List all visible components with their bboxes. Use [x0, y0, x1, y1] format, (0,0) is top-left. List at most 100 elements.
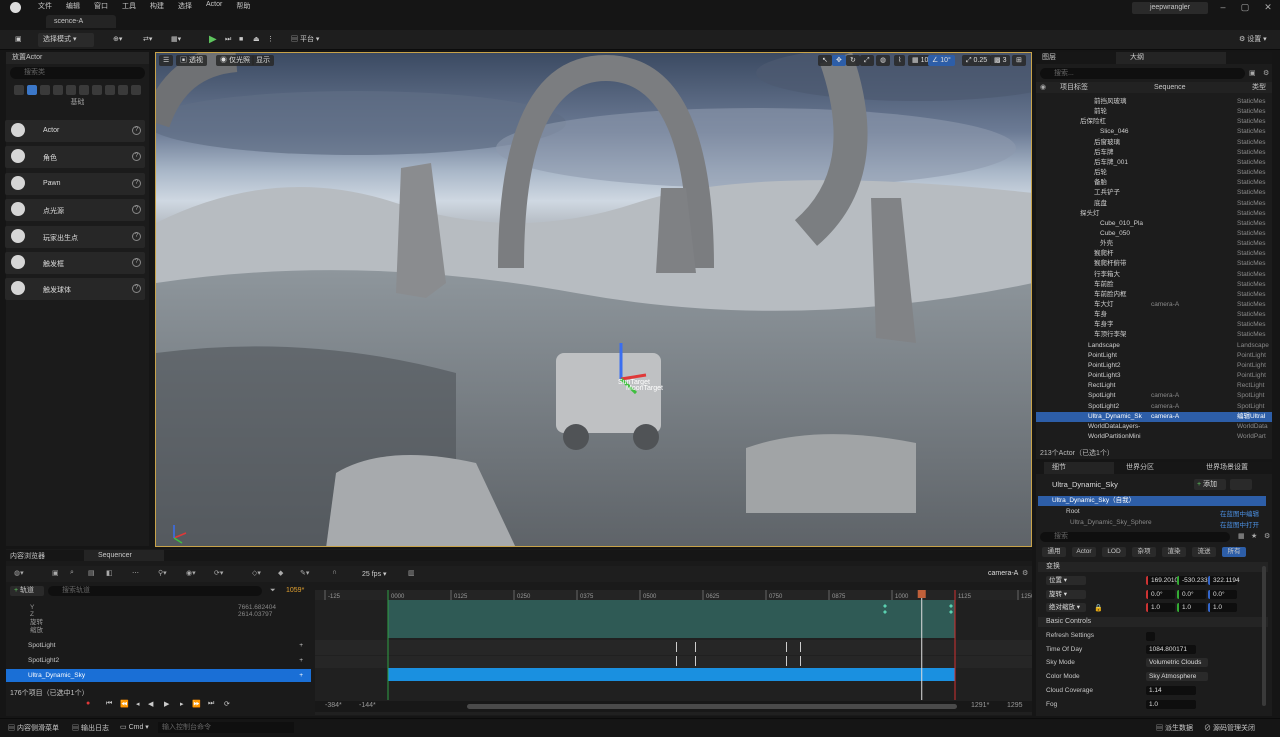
outliner-row[interactable]: 后车牌 StaticMes [1036, 148, 1272, 158]
filter-1[interactable]: Actor [1072, 547, 1096, 557]
col-type-header[interactable]: 类型 [1252, 82, 1266, 93]
menu-build[interactable]: 构建 [150, 1, 164, 11]
transform-field[interactable]: 0.0° [1177, 590, 1206, 599]
filter-4[interactable]: 渲染 [1162, 547, 1186, 557]
move-tool-icon[interactable]: ✥ [832, 55, 846, 66]
close-icon[interactable]: ✕ [1258, 2, 1278, 13]
transform-field[interactable]: 0.0° [1208, 590, 1237, 599]
output-log-button[interactable]: ▤ 输出日志 [72, 723, 109, 733]
place-item-2[interactable]: Pawn? [5, 172, 145, 195]
filter-2[interactable]: LOD [1102, 547, 1126, 557]
add-content-icon[interactable]: ⊕▾ [108, 33, 127, 47]
basic-controls-section-header[interactable]: Basic Controls [1038, 617, 1268, 627]
settings-button[interactable]: ⚙ 设置 ▾ [1234, 33, 1272, 47]
location-label-button[interactable]: 位置 ▾ [1046, 576, 1086, 586]
user-badge[interactable]: jeepwrangler [1132, 2, 1208, 14]
world-partition-tab[interactable]: 世界分区 [1126, 462, 1154, 474]
keyframe-marker[interactable] [695, 642, 696, 652]
outliner-row[interactable]: 备胎 StaticMes [1036, 178, 1272, 188]
fps-dropdown[interactable]: 25 fps ▾ [362, 570, 387, 578]
outliner-row[interactable]: WorldDataLayers- WorldData [1036, 422, 1272, 432]
help-icon[interactable]: ? [132, 178, 141, 188]
details-scrollbar[interactable] [1262, 566, 1266, 706]
recent-icon[interactable] [14, 85, 24, 95]
sequencer-track-row[interactable]: 缩放 [6, 627, 311, 635]
component-self-row[interactable]: Ultra_Dynamic_Sky（自我） [1038, 496, 1266, 506]
col-sequence-header[interactable]: Sequence [1154, 82, 1186, 93]
menu-help[interactable]: 帮助 [236, 1, 250, 11]
add-key-icon[interactable]: + [299, 654, 303, 667]
outliner-row[interactable]: 前挡风玻璃 StaticMes [1036, 97, 1272, 107]
sequencer-track-row[interactable]: 旋转 [6, 619, 311, 627]
loop-icon[interactable]: ⟳ [224, 700, 230, 708]
property-value[interactable]: 1084.800171 [1146, 644, 1196, 654]
sequencer-track-row[interactable]: SpotLight2 + [6, 654, 311, 667]
place-item-3[interactable]: 点光源? [5, 199, 145, 222]
source-control-button[interactable]: ⊘ 源码管理关闭 [1204, 723, 1255, 733]
keyframe-marker[interactable] [695, 656, 696, 666]
sequencer-track-row[interactable]: SpotLight + [6, 639, 311, 652]
cinematic-icon[interactable] [66, 85, 76, 95]
scale-snap-button[interactable]: ⤢ 0.25 [962, 55, 992, 66]
reverse-icon[interactable]: ◀ [148, 700, 153, 708]
details-search-input[interactable]: 搜索 [1040, 532, 1230, 542]
outliner-row[interactable]: Cube_010_Pla StaticMes [1036, 219, 1272, 229]
platforms-dropdown[interactable]: ▤ 平台 ▾ [286, 33, 324, 47]
outliner-search-input[interactable]: 搜索... [1040, 68, 1245, 79]
component-child[interactable]: Ultra_Dynamic_Sky_Sphere [1070, 519, 1152, 526]
world-settings-tab[interactable]: 世界场景设置 [1206, 462, 1248, 474]
keyframe-marker[interactable] [800, 656, 801, 666]
stop-icon[interactable]: ■ [234, 33, 248, 47]
add-component-button[interactable]: + 添加 [1194, 479, 1226, 490]
lit-mode-button[interactable]: ◉ 仅光照 [216, 55, 254, 66]
camera-track-section[interactable] [388, 600, 955, 638]
add-folder-icon[interactable]: ▣ [1249, 69, 1256, 77]
filter-0[interactable]: 通用 [1042, 547, 1066, 557]
show-button[interactable]: 显示 [252, 55, 274, 66]
outliner-row[interactable]: 底盘 StaticMes [1036, 199, 1272, 209]
playback-options-icon[interactable]: ⟳▾ [214, 569, 223, 577]
content-drawer-button[interactable]: ▤ 内容侧滑菜单 [8, 723, 59, 733]
favorite-icon[interactable]: ★ [1251, 532, 1257, 540]
scale-tool-icon[interactable]: ⤢ [860, 55, 874, 66]
prev-frame-icon[interactable]: ◂ [136, 700, 140, 708]
add-key-icon[interactable]: + [299, 669, 303, 682]
outliner-row[interactable]: PointLight3 PointLight [1036, 371, 1272, 381]
outliner-row[interactable]: 后保险杠 StaticMes [1036, 117, 1272, 127]
jump-start-icon[interactable]: ⏮ [106, 700, 112, 708]
scale-label-button[interactable]: 绝对缩放 ▾ [1046, 603, 1086, 613]
menu-tools[interactable]: 工具 [122, 1, 136, 11]
camera-speed-button[interactable]: ▩ 3 [990, 55, 1011, 66]
actions-icon[interactable]: ⋯ [132, 569, 139, 577]
outliner-row[interactable]: 外壳 StaticMes [1036, 239, 1272, 249]
outliner-row[interactable]: 猴爬杆 StaticMes [1036, 249, 1272, 259]
sky-track-section[interactable] [388, 668, 955, 681]
perspective-button[interactable]: ▣ 透视 [176, 55, 207, 66]
play-sequence-icon[interactable]: ▶ [164, 700, 169, 708]
help-icon[interactable]: ? [132, 258, 141, 267]
transform-field[interactable]: 1.0 [1146, 603, 1175, 612]
place-item-4[interactable]: 玩家出生点? [5, 225, 145, 248]
curve-editor-icon[interactable]: ▥ [408, 569, 415, 577]
basic-icon[interactable] [27, 85, 37, 95]
outliner-row[interactable]: SpotLight camera-A SpotLight [1036, 391, 1272, 401]
grid-view-icon[interactable]: ▦ [1238, 532, 1245, 540]
property-value[interactable]: Sky Atmosphere [1146, 672, 1208, 682]
layers-tab[interactable]: 图层 [1042, 52, 1056, 64]
filter-6[interactable]: 所有 [1222, 547, 1246, 557]
place-item-6[interactable]: 触发球体? [5, 278, 145, 301]
shapes-icon[interactable] [53, 85, 63, 95]
cinematics-icon[interactable]: ▦▾ [166, 33, 186, 47]
track-search-input[interactable]: 搜索轨道 [48, 586, 262, 596]
outliner-tab[interactable]: 大纲 [1116, 52, 1226, 64]
next-frame-icon[interactable]: ▸ [180, 700, 184, 708]
menu-select[interactable]: 选择 [178, 1, 192, 11]
outliner-row[interactable]: Cube_050 StaticMes [1036, 229, 1272, 239]
rotate-tool-icon[interactable]: ↻ [846, 55, 860, 66]
blueprint-options-button[interactable] [1230, 479, 1252, 490]
place-item-0[interactable]: Actor? [5, 120, 145, 142]
outliner-row[interactable]: 后窗玻璃 StaticMes [1036, 138, 1272, 148]
more-icon[interactable] [131, 85, 141, 95]
blueprint-icon[interactable]: ⇄▾ [138, 33, 157, 47]
minimize-icon[interactable]: – [1213, 2, 1233, 12]
